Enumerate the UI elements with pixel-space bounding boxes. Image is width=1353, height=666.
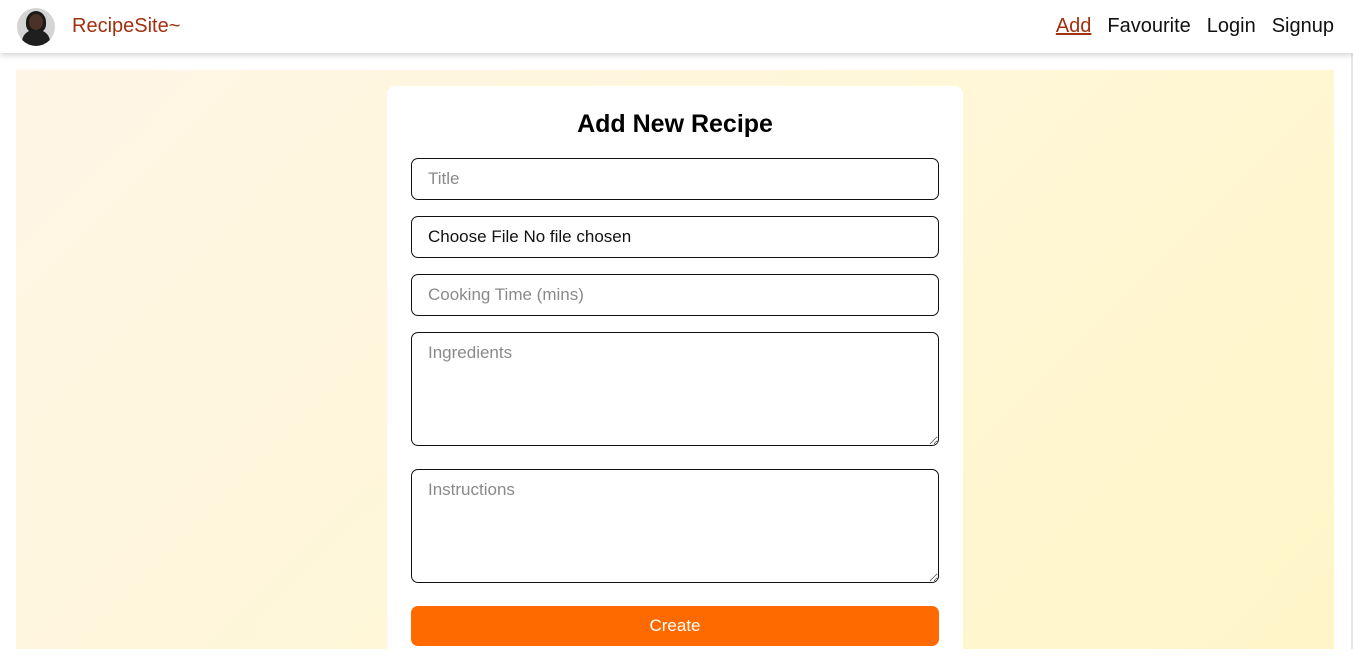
nav-link-signup[interactable]: Signup (1272, 15, 1334, 38)
file-status-text: No file chosen (523, 227, 632, 246)
brand[interactable]: RecipeSite~ (17, 7, 180, 46)
nav-link-add[interactable]: Add (1056, 15, 1092, 38)
file-input[interactable]: Choose File No file chosen (411, 216, 939, 258)
avatar[interactable] (17, 7, 55, 46)
nav-links: Add Favourite Login Signup (1056, 15, 1334, 38)
top-navbar: RecipeSite~ Add Favourite Login Signup (0, 0, 1353, 53)
cooking-time-input[interactable] (411, 274, 939, 316)
avatar-face (29, 13, 43, 30)
avatar-body (22, 29, 50, 46)
add-recipe-card: Add New Recipe Choose File No file chose… (387, 86, 963, 666)
ingredients-textarea[interactable] (411, 332, 939, 446)
create-button[interactable]: Create (411, 606, 939, 646)
nav-link-favourite[interactable]: Favourite (1107, 15, 1190, 38)
form-heading: Add New Recipe (577, 110, 773, 138)
choose-file-button[interactable]: Choose File (428, 227, 519, 247)
brand-name[interactable]: RecipeSite~ (72, 15, 180, 38)
instructions-textarea[interactable] (411, 469, 939, 583)
title-input[interactable] (411, 158, 939, 200)
nav-link-login[interactable]: Login (1207, 15, 1256, 38)
